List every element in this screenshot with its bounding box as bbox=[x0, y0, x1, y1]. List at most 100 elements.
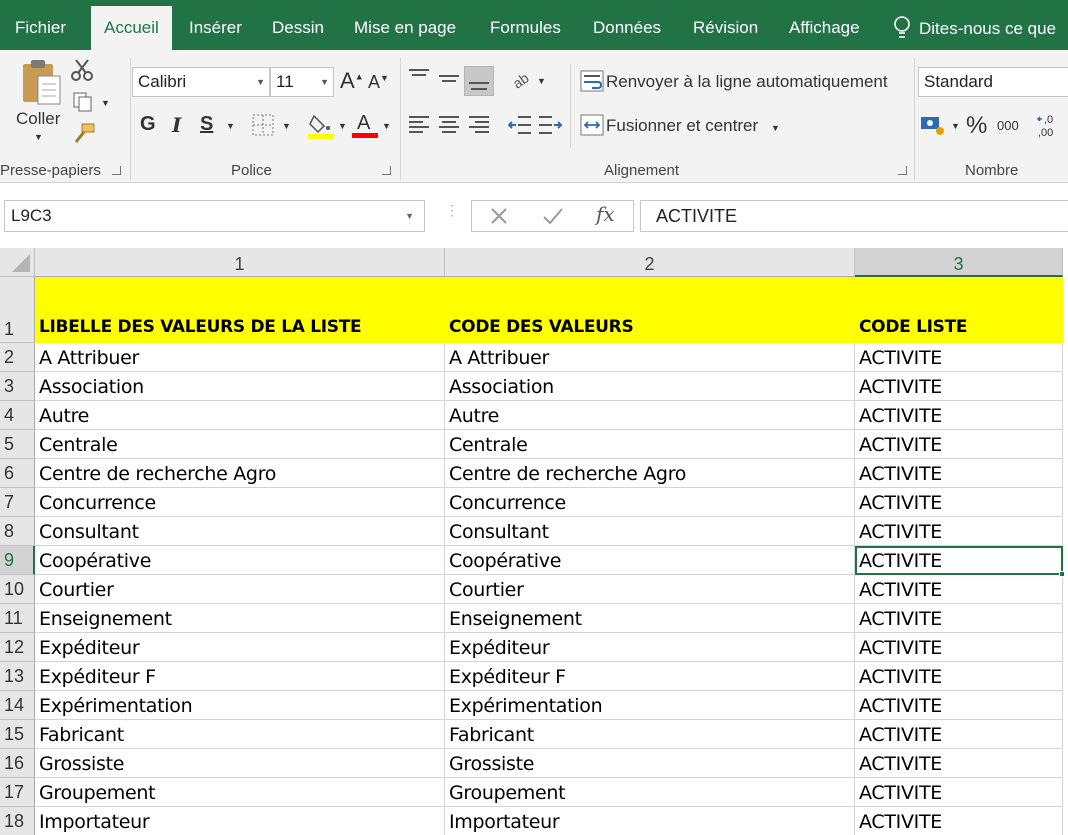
increase-indent-icon[interactable] bbox=[538, 114, 563, 141]
table-cell[interactable]: ACTIVITE bbox=[855, 691, 1063, 720]
table-cell[interactable]: Consultant bbox=[445, 517, 855, 546]
copy-icon[interactable] bbox=[72, 91, 96, 118]
row-header-1[interactable]: 1 bbox=[0, 277, 35, 343]
table-cell[interactable]: Fabricant bbox=[445, 720, 855, 749]
paste-icon[interactable] bbox=[20, 58, 62, 108]
table-cell[interactable]: Expéditeur bbox=[445, 633, 855, 662]
cancel-formula-icon[interactable] bbox=[489, 206, 509, 231]
paste-dropdown-icon[interactable]: ▼ bbox=[34, 132, 43, 142]
fill-color-icon[interactable] bbox=[308, 112, 334, 145]
table-cell[interactable]: Expéditeur bbox=[35, 633, 445, 662]
row-header-3[interactable]: 3 bbox=[0, 372, 35, 401]
table-cell[interactable]: ACTIVITE bbox=[855, 749, 1063, 778]
font-color-dropdown-icon[interactable]: ▼ bbox=[382, 121, 391, 131]
row-header-18[interactable]: 18 bbox=[0, 807, 35, 835]
table-cell[interactable]: ACTIVITE bbox=[855, 575, 1063, 604]
table-cell[interactable]: Groupement bbox=[35, 778, 445, 807]
increase-font-size-icon[interactable]: A▲ bbox=[340, 68, 364, 94]
table-cell[interactable]: Centrale bbox=[445, 430, 855, 459]
font-size-select[interactable]: 11 ▼ bbox=[270, 67, 334, 97]
tab-fichier[interactable]: Fichier bbox=[15, 0, 66, 50]
insert-function-button[interactable]: fx bbox=[596, 202, 615, 226]
table-cell[interactable]: Concurrence bbox=[445, 488, 855, 517]
merge-center-icon[interactable] bbox=[580, 113, 604, 142]
tab-accueil[interactable]: Accueil bbox=[91, 6, 172, 50]
format-painter-icon[interactable] bbox=[72, 122, 96, 151]
table-cell[interactable]: ACTIVITE bbox=[855, 430, 1063, 459]
italic-button[interactable]: I bbox=[172, 113, 181, 137]
paste-button[interactable]: Coller bbox=[16, 109, 60, 129]
name-box[interactable]: L9C3 ▼ bbox=[4, 200, 425, 232]
table-cell[interactable]: Enseignement bbox=[35, 604, 445, 633]
borders-dropdown-icon[interactable]: ▼ bbox=[282, 121, 291, 131]
table-cell[interactable]: Association bbox=[445, 372, 855, 401]
align-center-icon[interactable] bbox=[438, 114, 460, 141]
borders-icon[interactable] bbox=[252, 114, 274, 141]
table-cell[interactable]: Courtier bbox=[445, 575, 855, 604]
table-cell[interactable]: ACTIVITE bbox=[855, 343, 1063, 372]
increase-decimal-icon[interactable]: ,0,00 bbox=[1036, 112, 1066, 145]
table-cell[interactable]: Association bbox=[35, 372, 445, 401]
orientation-icon[interactable]: ab bbox=[510, 68, 532, 95]
clipboard-launcher-icon[interactable] bbox=[112, 166, 121, 175]
cut-icon[interactable] bbox=[70, 58, 94, 87]
underline-button[interactable]: S bbox=[200, 113, 213, 136]
column-header-1[interactable]: 1 bbox=[35, 248, 445, 277]
decrease-indent-icon[interactable] bbox=[507, 114, 532, 141]
table-cell[interactable]: ACTIVITE bbox=[855, 633, 1063, 662]
copy-dropdown-icon[interactable]: ▼ bbox=[101, 98, 110, 108]
percent-button[interactable]: % bbox=[966, 112, 987, 140]
accounting-dropdown-icon[interactable]: ▼ bbox=[951, 121, 960, 131]
column-header-2[interactable]: 2 bbox=[445, 248, 855, 277]
header-cell[interactable]: CODE DES VALEURS bbox=[445, 277, 855, 343]
tab-inserer[interactable]: Insérer bbox=[189, 0, 242, 50]
table-cell[interactable]: Consultant bbox=[35, 517, 445, 546]
table-cell[interactable]: Concurrence bbox=[35, 488, 445, 517]
confirm-formula-icon[interactable] bbox=[542, 206, 564, 231]
table-cell[interactable]: Coopérative bbox=[35, 546, 445, 575]
column-header-3[interactable]: 3 bbox=[855, 248, 1063, 277]
row-header-11[interactable]: 11 bbox=[0, 604, 35, 633]
table-cell[interactable]: Centre de recherche Agro bbox=[35, 459, 445, 488]
active-cell[interactable]: ACTIVITE bbox=[855, 546, 1063, 575]
row-header-17[interactable]: 17 bbox=[0, 778, 35, 807]
table-cell[interactable]: ACTIVITE bbox=[855, 488, 1063, 517]
table-cell[interactable]: Expéditeur F bbox=[445, 662, 855, 691]
bold-button[interactable]: G bbox=[140, 113, 156, 136]
wrap-text-icon[interactable] bbox=[580, 69, 604, 98]
row-header-4[interactable]: 4 bbox=[0, 401, 35, 430]
tab-dessin[interactable]: Dessin bbox=[272, 0, 324, 50]
table-cell[interactable]: Autre bbox=[445, 401, 855, 430]
header-cell[interactable]: CODE LISTE bbox=[855, 277, 1063, 343]
table-cell[interactable]: Expéditeur F bbox=[35, 662, 445, 691]
table-cell[interactable]: A Attribuer bbox=[445, 343, 855, 372]
table-cell[interactable]: ACTIVITE bbox=[855, 604, 1063, 633]
table-cell[interactable]: Centre de recherche Agro bbox=[445, 459, 855, 488]
table-cell[interactable]: ACTIVITE bbox=[855, 372, 1063, 401]
font-name-select[interactable]: Calibri ▼ bbox=[132, 67, 270, 97]
row-header-7[interactable]: 7 bbox=[0, 488, 35, 517]
table-cell[interactable]: Expérimentation bbox=[445, 691, 855, 720]
row-header-2[interactable]: 2 bbox=[0, 343, 35, 372]
align-bottom-icon[interactable] bbox=[464, 66, 494, 96]
table-cell[interactable]: Groupement bbox=[445, 778, 855, 807]
tab-formules[interactable]: Formules bbox=[490, 0, 561, 50]
accounting-format-icon[interactable] bbox=[920, 114, 946, 141]
font-color-icon[interactable]: A bbox=[352, 110, 378, 145]
row-header-9[interactable]: 9 bbox=[0, 546, 35, 575]
table-cell[interactable]: Autre bbox=[35, 401, 445, 430]
row-header-15[interactable]: 15 bbox=[0, 720, 35, 749]
table-cell[interactable]: Importateur bbox=[35, 807, 445, 835]
tab-revision[interactable]: Révision bbox=[693, 0, 758, 50]
align-top-icon[interactable] bbox=[408, 68, 430, 89]
number-format-select[interactable]: Standard bbox=[918, 67, 1068, 97]
table-cell[interactable]: ACTIVITE bbox=[855, 459, 1063, 488]
thousands-separator-button[interactable]: 000 bbox=[997, 118, 1019, 133]
row-header-6[interactable]: 6 bbox=[0, 459, 35, 488]
table-cell[interactable]: Importateur bbox=[445, 807, 855, 835]
chevron-down-icon[interactable]: ▼ bbox=[405, 201, 414, 231]
select-all-button[interactable] bbox=[0, 248, 35, 277]
fill-color-dropdown-icon[interactable]: ▼ bbox=[338, 121, 347, 131]
row-header-13[interactable]: 13 bbox=[0, 662, 35, 691]
formula-input[interactable]: ACTIVITE bbox=[640, 200, 1068, 232]
